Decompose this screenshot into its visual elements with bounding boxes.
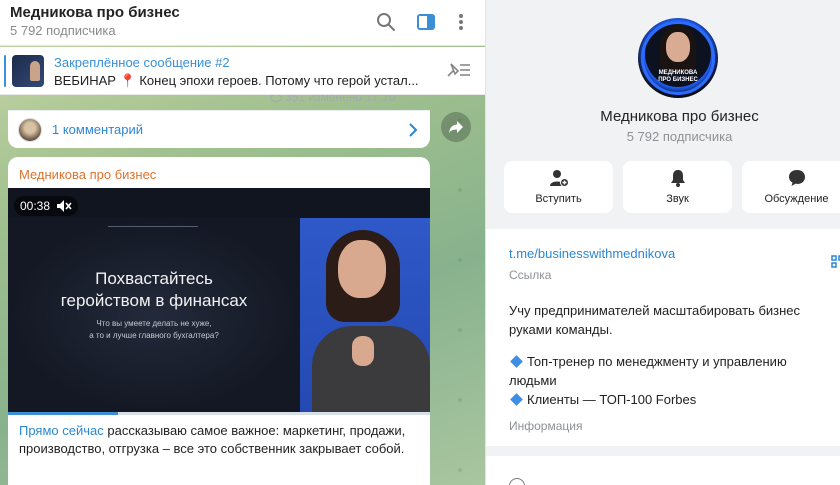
- pinned-list-icon[interactable]: [445, 61, 471, 84]
- channel-post: Медникова про бизнес Похвастайтесь герой…: [8, 157, 430, 485]
- video-player[interactable]: Похвастайтесь геройством в финансах Что …: [8, 188, 430, 412]
- join-button[interactable]: Вступить: [504, 161, 613, 213]
- video-progress-fill: [8, 412, 118, 415]
- pinned-title: Закреплённое сообщение #2: [54, 55, 230, 70]
- comments-label: 1 комментарий: [52, 122, 143, 137]
- slide-header-line: [108, 226, 198, 232]
- join-icon: [549, 170, 569, 187]
- info-icon: [509, 478, 525, 485]
- post-text-highlight[interactable]: Прямо сейчас: [19, 423, 104, 438]
- channel-name: Медникова про бизнес: [600, 108, 759, 125]
- blue-diamond-icon: [510, 355, 523, 368]
- forward-button[interactable]: [441, 112, 471, 142]
- channel-description: Учу предпринимателей масштабировать бизн…: [509, 301, 824, 409]
- chat-subscribers: 5 792 подписчика: [10, 23, 116, 38]
- avatar-caption-line1: МЕДНИКОВА: [658, 70, 698, 76]
- sidebar-toggle-icon[interactable]: [413, 9, 439, 35]
- channel-info-card: t.me/businesswithmednikova Ссылка Учу пр…: [486, 229, 840, 446]
- speaker-hand: [352, 336, 374, 366]
- commenter-avatar: [18, 118, 42, 142]
- more-info-card: [486, 456, 840, 485]
- slide-subtitle: Что вы умеете делать не хуже, а то и луч…: [8, 318, 300, 342]
- avatar-face: [666, 32, 690, 62]
- description-bullet-1: Топ-тренер по менеджменту и управлению л…: [509, 352, 824, 390]
- slide-title-line2: геройством в финансах: [60, 291, 248, 310]
- search-icon[interactable]: [373, 9, 399, 35]
- pinned-indicator: [4, 55, 6, 87]
- sound-button[interactable]: Звук: [623, 161, 732, 213]
- views-icon: [270, 94, 282, 102]
- slide-subtitle-line2: а то и лучше главного бухгалтера?: [89, 331, 219, 340]
- description-line1: Учу предпринимателей масштабировать бизн…: [509, 303, 801, 337]
- action-buttons: Вступить Звук Обсуждение: [504, 161, 840, 213]
- channel-info-panel: МЕДНИКОВА ПРО БИЗНЕС Медникова про бизне…: [485, 0, 840, 485]
- forward-icon: [449, 121, 463, 133]
- qr-code-icon[interactable]: [831, 255, 840, 269]
- chat-header[interactable]: Медникова про бизнес 5 792 подписчика: [0, 0, 485, 46]
- speaker-video: [300, 218, 430, 412]
- avatar-caption: МЕДНИКОВА ПРО БИЗНЕС: [638, 70, 718, 84]
- bell-icon: [670, 170, 685, 187]
- post-author[interactable]: Медникова про бизнес: [19, 167, 156, 182]
- slide-subtitle-line1: Что вы умеете делать не хуже,: [96, 319, 212, 328]
- video-slide: Похвастайтесь геройством в финансах Что …: [8, 218, 300, 412]
- pinned-thumbnail: [12, 55, 44, 87]
- description-line2: Топ-тренер по менеджменту и управлению л…: [509, 354, 787, 388]
- chevron-right-icon: [408, 123, 418, 142]
- chat-bubble-icon: [788, 170, 805, 186]
- comments-button[interactable]: 1 комментарий: [8, 110, 430, 148]
- avatar-caption-line2: ПРО БИЗНЕС: [658, 77, 698, 83]
- discussion-button[interactable]: Обсуждение: [742, 161, 840, 213]
- video-progress-bar[interactable]: [8, 412, 430, 415]
- join-label: Вступить: [535, 193, 582, 205]
- more-menu-icon[interactable]: [448, 9, 474, 35]
- mute-icon[interactable]: [56, 199, 72, 213]
- sound-label: Звук: [666, 193, 689, 205]
- description-bullet-2: Клиенты — ТОП-100 Forbes: [509, 390, 824, 409]
- video-time: 00:38: [20, 199, 51, 213]
- slide-title-line1: Похвастайтесь: [95, 269, 213, 288]
- pinned-text: ВЕБИНАР 📍 Конец эпохи героев. Потому что…: [54, 73, 419, 88]
- channel-avatar[interactable]: МЕДНИКОВА ПРО БИЗНЕС: [638, 18, 718, 98]
- slide-title: Похвастайтесь геройством в финансах: [8, 268, 300, 312]
- blue-diamond-icon: [510, 393, 523, 406]
- chat-panel: Медникова про бизнес 5 792 подписчика За…: [0, 0, 485, 485]
- channel-subscribers: 5 792 подписчика: [626, 129, 733, 144]
- chat-title[interactable]: Медникова про бизнес: [10, 4, 180, 21]
- pinned-message-bar[interactable]: Закреплённое сообщение #2 ВЕБИНАР 📍 Коне…: [0, 47, 485, 95]
- description-line3: Клиенты — ТОП-100 Forbes: [527, 392, 697, 407]
- discussion-label: Обсуждение: [764, 193, 829, 205]
- video-timer[interactable]: 00:38: [14, 196, 79, 216]
- link-caption: Ссылка: [509, 268, 552, 282]
- description-caption: Информация: [509, 419, 583, 433]
- channel-link[interactable]: t.me/businesswithmednikova: [509, 246, 675, 261]
- speaker-face: [338, 240, 386, 298]
- post-text: Прямо сейчас рассказываю самое важное: м…: [19, 422, 419, 458]
